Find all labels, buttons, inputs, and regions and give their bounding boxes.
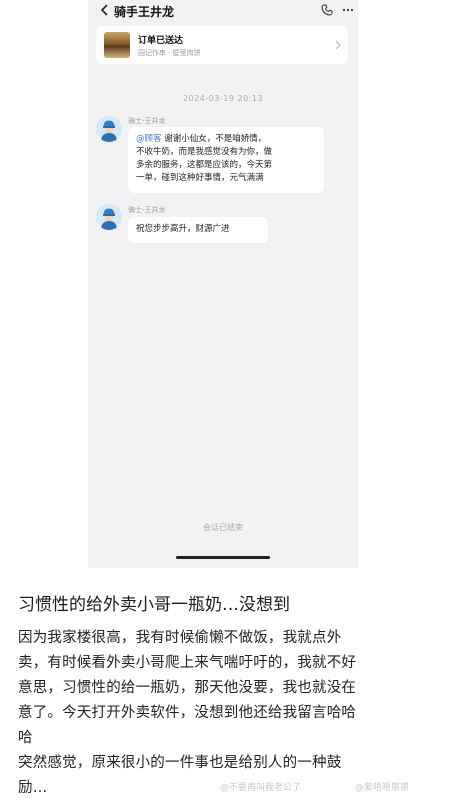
message-timestamp: 2024-03-19 20:13 (182, 94, 264, 103)
watermark-right: @紫唔唔崽崽 (355, 783, 410, 793)
order-subtitle: 园记作串 · 壁莹肉饼 (138, 49, 201, 57)
home-indicator (176, 556, 270, 559)
message-text: 一单，碰到这种好事情，元气满满 (136, 173, 264, 183)
rider-avatar-icon (96, 116, 122, 142)
message-text: 祝您步步高升，财源广进 (136, 224, 230, 234)
post-text-line: 励… (18, 780, 48, 796)
phone-icon[interactable] (321, 4, 333, 16)
watermark-left: @不要再叫我老公了 (220, 783, 302, 793)
order-status: 订单已送达 (138, 36, 184, 46)
chat-screenshot: 骑手王井龙 订单已送达 园记作串 · 壁莹肉饼 2024-03-19 20:13… (88, 0, 358, 568)
session-ended-notice: 会话已结束 (203, 523, 243, 532)
message-bubble: @顾客 谢谢小仙女，不是咱娇情， 不收牛奶，而是我感觉没有为你，做 多余的服务，… (128, 127, 324, 193)
chat-header: 骑手王井龙 (88, 0, 358, 22)
back-arrow-icon[interactable] (100, 4, 110, 16)
more-options-icon[interactable] (342, 4, 354, 16)
order-thumbnail (104, 32, 130, 58)
post-title: 习惯性的给外卖小哥一瓶奶…没想到 (18, 595, 290, 615)
sender-name: 骑士-王井龙 (128, 206, 166, 214)
message-line: @顾客 谢谢小仙女，不是咱娇情， (136, 133, 316, 146)
rider-avatar[interactable] (96, 116, 122, 142)
post-text-line: 突然感觉，原来很小的一件事也是给别人的一种鼓 (18, 755, 342, 771)
message-text: 谢谢小仙女，不是咱娇情， (164, 134, 267, 144)
message-bubble: 祝您步步高升，财源广进 (128, 217, 268, 243)
message-text: 多余的服务，这都是应该的，今天第 (136, 160, 273, 170)
mention-tag: @顾客 (136, 134, 162, 144)
chat-title: 骑手王井龙 (114, 5, 175, 19)
post-text-line: 哈 (18, 730, 33, 746)
post-text-line: 卖，有时候看外卖小哥爬上来气喘吁吁的，我就不好 (18, 655, 357, 671)
order-card[interactable]: 订单已送达 园记作串 · 壁莹肉饼 (96, 26, 348, 64)
post-text-line: 因为我家楼很高，我有时候偷懒不做饭，我就点外 (18, 630, 342, 646)
rider-avatar-icon (96, 204, 122, 230)
post-text-line: 意思，习惯性的给一瓶奶，那天他没要，我也就没在 (18, 680, 357, 696)
post-text-line: 意了。今天打开外卖软件，没想到他还给我留言哈哈 (18, 705, 357, 721)
sender-name: 骑士-王井龙 (128, 117, 166, 125)
rider-avatar[interactable] (96, 204, 122, 230)
message-text: 不收牛奶，而是我感觉没有为你，做 (136, 147, 273, 157)
chevron-right-icon (335, 40, 341, 50)
